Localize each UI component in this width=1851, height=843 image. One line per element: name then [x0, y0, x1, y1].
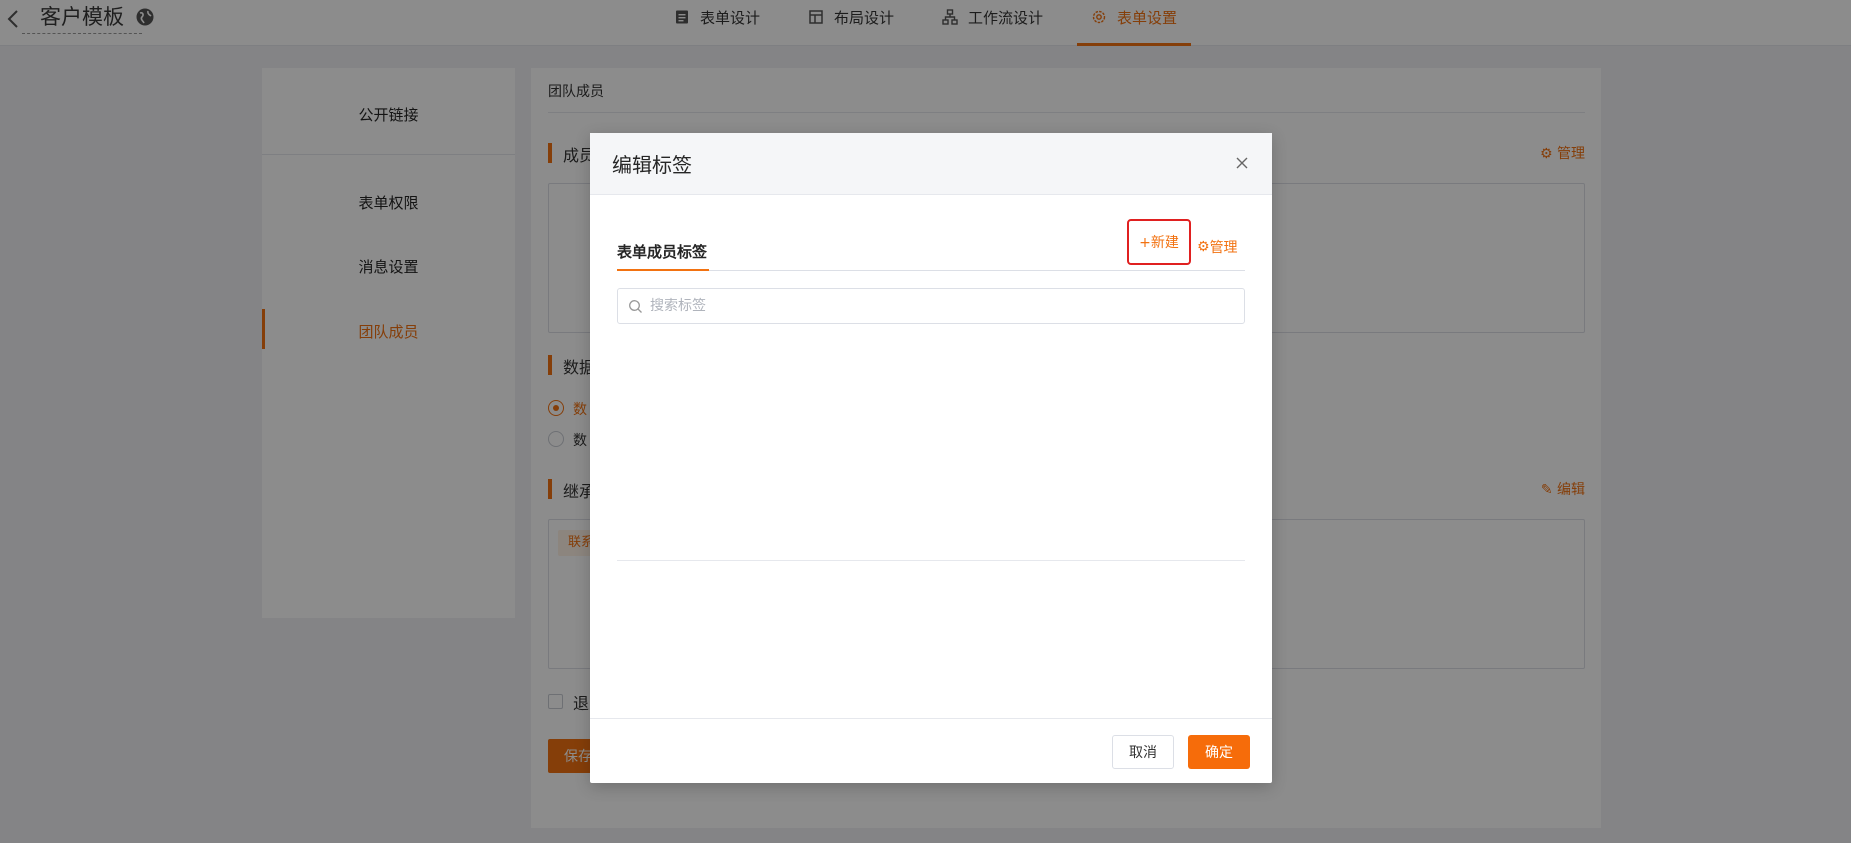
manage-label: 管理 [1209, 240, 1238, 256]
tab-baseline [617, 270, 1245, 271]
tab-active-indicator [617, 269, 709, 271]
dialog-header: 编辑标签 [590, 133, 1272, 195]
footer-divider [590, 718, 1272, 719]
gear-icon: ⚙ [1197, 239, 1210, 255]
confirm-button[interactable]: 确定 [1188, 735, 1250, 769]
manage-tags-button[interactable]: ⚙ 管理 [1197, 237, 1238, 257]
tab-form-member-tags[interactable]: 表单成员标签 [617, 241, 707, 262]
dialog-title: 编辑标签 [612, 153, 692, 177]
edit-tags-dialog: 编辑标签 表单成员标签 +新建 ⚙管理 取消 确定 [590, 133, 1272, 783]
list-divider [617, 560, 1245, 561]
search-icon [629, 300, 642, 313]
tag-search [617, 288, 1245, 324]
cancel-button[interactable]: 取消 [1112, 735, 1174, 769]
search-input[interactable] [650, 289, 1230, 323]
new-tag-button[interactable]: +新建 [1127, 219, 1191, 265]
close-icon[interactable] [1234, 155, 1250, 171]
